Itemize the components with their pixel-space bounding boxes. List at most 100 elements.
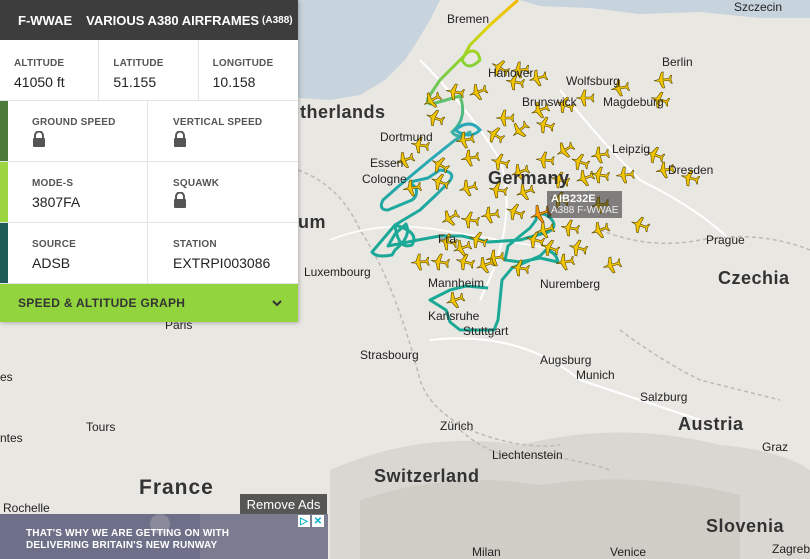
city-mannheim: Mannheim (428, 276, 485, 290)
transponder-row-stripe (0, 162, 8, 222)
aircraft-icon[interactable] (460, 211, 481, 230)
aircraft-icon[interactable] (428, 154, 452, 177)
longitude-cell: LONGITUDE 10.158 (199, 40, 298, 100)
aircraft-icon[interactable] (467, 81, 489, 102)
speed-row-stripe (0, 101, 8, 161)
aircraft-icon[interactable] (504, 201, 526, 222)
squawk-cell: SQUAWK (148, 162, 298, 222)
station-cell: STATION EXTRPI003086 (148, 223, 298, 283)
city-liechtenstein: Liechtenstein (492, 448, 563, 462)
city-salzburg: Salzburg (640, 390, 688, 404)
vertical-speed-cell: VERTICAL SPEED (148, 101, 298, 161)
altitude-value: 41050 ft (14, 74, 65, 90)
mode-s-value: 3807FA (32, 194, 81, 210)
city-berlin: Berlin (662, 55, 693, 69)
aircraft-icon[interactable] (429, 171, 451, 192)
city-cologne: Cologne (362, 172, 407, 186)
city-luxembourg: Luxembourg (304, 265, 371, 279)
city-karlsruhe: Karlsruhe (428, 309, 480, 323)
aircraft-icon[interactable] (424, 107, 446, 128)
country-austria: Austria (678, 414, 744, 434)
country-germany: Germany (488, 168, 570, 188)
aircraft-icon[interactable] (629, 214, 651, 235)
aircraft-icon[interactable] (420, 89, 444, 112)
aircraft-icon[interactable] (590, 166, 611, 185)
latitude-value: 51.155 (113, 74, 157, 90)
city-rochelle: Rochelle (3, 501, 50, 515)
aircraft-icon[interactable] (574, 167, 596, 188)
aircraft-icon[interactable] (457, 178, 479, 198)
country-netherlands: therlands (300, 102, 386, 122)
station-value: EXTRPI003086 (173, 255, 271, 271)
country-belgium: um (298, 212, 326, 232)
aircraft-icon[interactable] (460, 149, 481, 168)
ad-banner[interactable]: THAT'S WHY WE ARE GETTING ON WITH DELIVE… (0, 514, 328, 559)
country-france: France (139, 476, 214, 499)
ground-speed-cell: GROUND SPEED (8, 101, 148, 161)
aircraft-type-code: (A388) (262, 14, 293, 26)
country-slovenia: Slovenia (706, 516, 785, 536)
aircraft-icon[interactable] (534, 115, 556, 135)
city-graz: Graz (762, 440, 789, 454)
aircraft-icon[interactable] (560, 219, 581, 238)
mode-s-cell: MODE-S 3807FA (8, 162, 148, 222)
source-cell: SOURCE ADSB (8, 223, 148, 283)
remove-ads-button[interactable]: Remove Ads (240, 494, 327, 514)
source-label: SOURCE (32, 239, 76, 250)
graph-toggle-label: SPEED & ALTITUDE GRAPH (18, 296, 186, 310)
aircraft-icon[interactable] (601, 255, 623, 275)
city-wolfsburg: Wolfsburg (566, 74, 620, 88)
city-brunswick: Brunswick (522, 95, 577, 109)
longitude-value: 10.158 (212, 74, 256, 90)
aircraft-icon[interactable] (510, 259, 531, 278)
aircraft-icon[interactable] (589, 219, 611, 240)
flight-detail: A388 F-WWAE (551, 205, 619, 216)
aircraft-icon[interactable] (444, 289, 466, 310)
aircraft-icon[interactable] (430, 253, 451, 272)
aircraft-icon[interactable] (590, 146, 611, 165)
aircraft-icon[interactable] (410, 253, 430, 271)
aircraft-icon[interactable] (575, 89, 595, 107)
city-tours: Tours (86, 420, 116, 434)
aircraft-icon[interactable] (555, 253, 576, 272)
panel-header: F-WWAE VARIOUS A380 AIRFRAMES (A388) (0, 0, 298, 40)
altitude-label: ALTITUDE (14, 58, 65, 69)
ad-info-icon[interactable]: ▷ (298, 515, 310, 527)
aircraft-info-panel: F-WWAE VARIOUS A380 AIRFRAMES (A388) ALT… (0, 0, 298, 322)
aircraft-icon[interactable] (455, 131, 476, 150)
country-switzerland: Switzerland (374, 466, 480, 486)
transponder-row: MODE-S 3807FA SQUAWK (0, 162, 298, 223)
city-magdeburg: Magdeburg (603, 95, 664, 109)
aircraft-icon[interactable] (495, 109, 515, 127)
aircraft-icon[interactable] (438, 207, 462, 230)
aircraft-icon[interactable] (535, 151, 555, 169)
city-bremen: Bremen (447, 12, 490, 26)
city-venice: Venice (610, 545, 647, 559)
selected-flight-tag[interactable]: AIB232E A388 F-WWAE (547, 191, 623, 218)
ad-text-line2: DELIVERING BRITAIN'S NEW RUNWAY (26, 540, 218, 551)
aircraft-icon[interactable] (567, 238, 589, 258)
aircraft-icon[interactable] (480, 206, 501, 225)
country-czechia: Czechia (718, 268, 790, 288)
altitude-cell: ALTITUDE 41050 ft (0, 40, 100, 100)
station-label: STATION (173, 239, 217, 250)
aircraft-icon[interactable] (653, 71, 673, 89)
latitude-cell: LATITUDE 51.155 (99, 40, 199, 100)
ad-close-icon[interactable]: ✕ (312, 515, 324, 527)
city-augsburg: Augsburg (540, 353, 592, 367)
source-value: ADSB (32, 255, 71, 271)
city-zagreb: Zagreb (772, 542, 810, 556)
aircraft-icon[interactable] (553, 139, 577, 162)
speed-altitude-graph-toggle[interactable]: SPEED & ALTITUDE GRAPH (0, 284, 298, 322)
aircraft-icon[interactable] (454, 252, 476, 272)
aircraft-icon[interactable] (534, 220, 556, 240)
aircraft-icon[interactable] (615, 166, 635, 184)
city-frankfurt: Fra (438, 232, 456, 246)
city-essen: Essen (370, 156, 404, 170)
aircraft-icon[interactable] (569, 151, 591, 172)
ground-speed-label: GROUND SPEED (32, 117, 116, 128)
aircraft-icon[interactable] (483, 124, 507, 147)
aircraft-icon[interactable] (508, 118, 532, 142)
city-milan: Milan (472, 545, 501, 559)
aircraft-icon[interactable] (445, 83, 466, 102)
